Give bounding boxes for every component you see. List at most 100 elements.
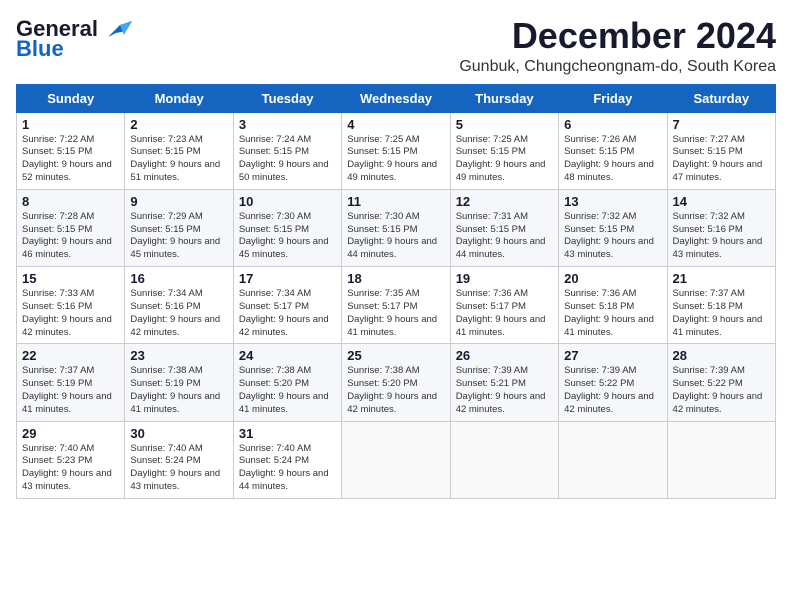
cell-text: Sunrise: 7:38 AMSunset: 5:20 PMDaylight:… bbox=[347, 365, 437, 414]
cell-text: Sunrise: 7:27 AMSunset: 5:15 PMDaylight:… bbox=[673, 134, 763, 183]
calendar-cell: 30 Sunrise: 7:40 AMSunset: 5:24 PMDaylig… bbox=[125, 421, 233, 498]
weekday-header-thursday: Thursday bbox=[450, 84, 558, 112]
calendar-cell: 18 Sunrise: 7:35 AMSunset: 5:17 PMDaylig… bbox=[342, 267, 450, 344]
month-title: December 2024 bbox=[459, 16, 776, 56]
calendar-cell bbox=[667, 421, 775, 498]
cell-text: Sunrise: 7:39 AMSunset: 5:21 PMDaylight:… bbox=[456, 365, 546, 414]
day-number: 21 bbox=[673, 271, 770, 286]
weekday-header-friday: Friday bbox=[559, 84, 667, 112]
cell-text: Sunrise: 7:31 AMSunset: 5:15 PMDaylight:… bbox=[456, 211, 546, 260]
cell-text: Sunrise: 7:32 AMSunset: 5:16 PMDaylight:… bbox=[673, 211, 763, 260]
cell-text: Sunrise: 7:37 AMSunset: 5:19 PMDaylight:… bbox=[22, 365, 112, 414]
day-number: 17 bbox=[239, 271, 336, 286]
cell-text: Sunrise: 7:24 AMSunset: 5:15 PMDaylight:… bbox=[239, 134, 329, 183]
calendar-cell: 4 Sunrise: 7:25 AMSunset: 5:15 PMDayligh… bbox=[342, 112, 450, 189]
cell-text: Sunrise: 7:28 AMSunset: 5:15 PMDaylight:… bbox=[22, 211, 112, 260]
calendar-cell: 26 Sunrise: 7:39 AMSunset: 5:21 PMDaylig… bbox=[450, 344, 558, 421]
day-number: 25 bbox=[347, 348, 444, 363]
calendar-table: SundayMondayTuesdayWednesdayThursdayFrid… bbox=[16, 84, 776, 499]
calendar-cell: 23 Sunrise: 7:38 AMSunset: 5:19 PMDaylig… bbox=[125, 344, 233, 421]
day-number: 31 bbox=[239, 426, 336, 441]
day-number: 22 bbox=[22, 348, 119, 363]
calendar-cell: 11 Sunrise: 7:30 AMSunset: 5:15 PMDaylig… bbox=[342, 189, 450, 266]
calendar-week-row: 8 Sunrise: 7:28 AMSunset: 5:15 PMDayligh… bbox=[17, 189, 776, 266]
calendar-week-row: 1 Sunrise: 7:22 AMSunset: 5:15 PMDayligh… bbox=[17, 112, 776, 189]
cell-text: Sunrise: 7:25 AMSunset: 5:15 PMDaylight:… bbox=[456, 134, 546, 183]
cell-text: Sunrise: 7:40 AMSunset: 5:23 PMDaylight:… bbox=[22, 443, 112, 492]
cell-text: Sunrise: 7:30 AMSunset: 5:15 PMDaylight:… bbox=[239, 211, 329, 260]
day-number: 5 bbox=[456, 117, 553, 132]
cell-text: Sunrise: 7:33 AMSunset: 5:16 PMDaylight:… bbox=[22, 288, 112, 337]
day-number: 12 bbox=[456, 194, 553, 209]
day-number: 29 bbox=[22, 426, 119, 441]
calendar-week-row: 22 Sunrise: 7:37 AMSunset: 5:19 PMDaylig… bbox=[17, 344, 776, 421]
day-number: 11 bbox=[347, 194, 444, 209]
calendar-cell: 2 Sunrise: 7:23 AMSunset: 5:15 PMDayligh… bbox=[125, 112, 233, 189]
day-number: 23 bbox=[130, 348, 227, 363]
calendar-cell: 24 Sunrise: 7:38 AMSunset: 5:20 PMDaylig… bbox=[233, 344, 341, 421]
calendar-cell: 20 Sunrise: 7:36 AMSunset: 5:18 PMDaylig… bbox=[559, 267, 667, 344]
cell-text: Sunrise: 7:26 AMSunset: 5:15 PMDaylight:… bbox=[564, 134, 654, 183]
cell-text: Sunrise: 7:34 AMSunset: 5:16 PMDaylight:… bbox=[130, 288, 220, 337]
calendar-cell: 3 Sunrise: 7:24 AMSunset: 5:15 PMDayligh… bbox=[233, 112, 341, 189]
day-number: 7 bbox=[673, 117, 770, 132]
cell-text: Sunrise: 7:35 AMSunset: 5:17 PMDaylight:… bbox=[347, 288, 437, 337]
calendar-cell: 14 Sunrise: 7:32 AMSunset: 5:16 PMDaylig… bbox=[667, 189, 775, 266]
calendar-cell: 6 Sunrise: 7:26 AMSunset: 5:15 PMDayligh… bbox=[559, 112, 667, 189]
calendar-header: General Blue December 2024 Gunbuk, Chung… bbox=[16, 16, 776, 76]
cell-text: Sunrise: 7:25 AMSunset: 5:15 PMDaylight:… bbox=[347, 134, 437, 183]
weekday-header-sunday: Sunday bbox=[17, 84, 125, 112]
weekday-header-wednesday: Wednesday bbox=[342, 84, 450, 112]
calendar-cell: 1 Sunrise: 7:22 AMSunset: 5:15 PMDayligh… bbox=[17, 112, 125, 189]
calendar-cell: 16 Sunrise: 7:34 AMSunset: 5:16 PMDaylig… bbox=[125, 267, 233, 344]
calendar-cell: 5 Sunrise: 7:25 AMSunset: 5:15 PMDayligh… bbox=[450, 112, 558, 189]
cell-text: Sunrise: 7:38 AMSunset: 5:19 PMDaylight:… bbox=[130, 365, 220, 414]
calendar-cell: 10 Sunrise: 7:30 AMSunset: 5:15 PMDaylig… bbox=[233, 189, 341, 266]
day-number: 16 bbox=[130, 271, 227, 286]
cell-text: Sunrise: 7:39 AMSunset: 5:22 PMDaylight:… bbox=[564, 365, 654, 414]
calendar-cell: 28 Sunrise: 7:39 AMSunset: 5:22 PMDaylig… bbox=[667, 344, 775, 421]
day-number: 9 bbox=[130, 194, 227, 209]
calendar-cell: 27 Sunrise: 7:39 AMSunset: 5:22 PMDaylig… bbox=[559, 344, 667, 421]
calendar-cell: 31 Sunrise: 7:40 AMSunset: 5:24 PMDaylig… bbox=[233, 421, 341, 498]
day-number: 24 bbox=[239, 348, 336, 363]
cell-text: Sunrise: 7:32 AMSunset: 5:15 PMDaylight:… bbox=[564, 211, 654, 260]
day-number: 14 bbox=[673, 194, 770, 209]
weekday-header-tuesday: Tuesday bbox=[233, 84, 341, 112]
day-number: 26 bbox=[456, 348, 553, 363]
day-number: 13 bbox=[564, 194, 661, 209]
logo-blue: Blue bbox=[16, 36, 64, 62]
day-number: 30 bbox=[130, 426, 227, 441]
calendar-cell: 15 Sunrise: 7:33 AMSunset: 5:16 PMDaylig… bbox=[17, 267, 125, 344]
day-number: 1 bbox=[22, 117, 119, 132]
cell-text: Sunrise: 7:30 AMSunset: 5:15 PMDaylight:… bbox=[347, 211, 437, 260]
calendar-cell bbox=[559, 421, 667, 498]
weekday-header-saturday: Saturday bbox=[667, 84, 775, 112]
calendar-cell: 29 Sunrise: 7:40 AMSunset: 5:23 PMDaylig… bbox=[17, 421, 125, 498]
logo: General Blue bbox=[16, 16, 132, 62]
cell-text: Sunrise: 7:37 AMSunset: 5:18 PMDaylight:… bbox=[673, 288, 763, 337]
calendar-cell: 7 Sunrise: 7:27 AMSunset: 5:15 PMDayligh… bbox=[667, 112, 775, 189]
day-number: 8 bbox=[22, 194, 119, 209]
calendar-cell: 9 Sunrise: 7:29 AMSunset: 5:15 PMDayligh… bbox=[125, 189, 233, 266]
calendar-cell: 21 Sunrise: 7:37 AMSunset: 5:18 PMDaylig… bbox=[667, 267, 775, 344]
location-title: Gunbuk, Chungcheongnam-do, South Korea bbox=[459, 58, 776, 76]
day-number: 18 bbox=[347, 271, 444, 286]
day-number: 4 bbox=[347, 117, 444, 132]
day-number: 2 bbox=[130, 117, 227, 132]
day-number: 6 bbox=[564, 117, 661, 132]
title-block: December 2024 Gunbuk, Chungcheongnam-do,… bbox=[459, 16, 776, 76]
cell-text: Sunrise: 7:29 AMSunset: 5:15 PMDaylight:… bbox=[130, 211, 220, 260]
cell-text: Sunrise: 7:39 AMSunset: 5:22 PMDaylight:… bbox=[673, 365, 763, 414]
cell-text: Sunrise: 7:40 AMSunset: 5:24 PMDaylight:… bbox=[130, 443, 220, 492]
calendar-cell: 17 Sunrise: 7:34 AMSunset: 5:17 PMDaylig… bbox=[233, 267, 341, 344]
day-number: 28 bbox=[673, 348, 770, 363]
calendar-cell: 19 Sunrise: 7:36 AMSunset: 5:17 PMDaylig… bbox=[450, 267, 558, 344]
calendar-cell: 12 Sunrise: 7:31 AMSunset: 5:15 PMDaylig… bbox=[450, 189, 558, 266]
day-number: 10 bbox=[239, 194, 336, 209]
day-number: 27 bbox=[564, 348, 661, 363]
cell-text: Sunrise: 7:23 AMSunset: 5:15 PMDaylight:… bbox=[130, 134, 220, 183]
cell-text: Sunrise: 7:36 AMSunset: 5:18 PMDaylight:… bbox=[564, 288, 654, 337]
calendar-cell: 22 Sunrise: 7:37 AMSunset: 5:19 PMDaylig… bbox=[17, 344, 125, 421]
day-number: 3 bbox=[239, 117, 336, 132]
